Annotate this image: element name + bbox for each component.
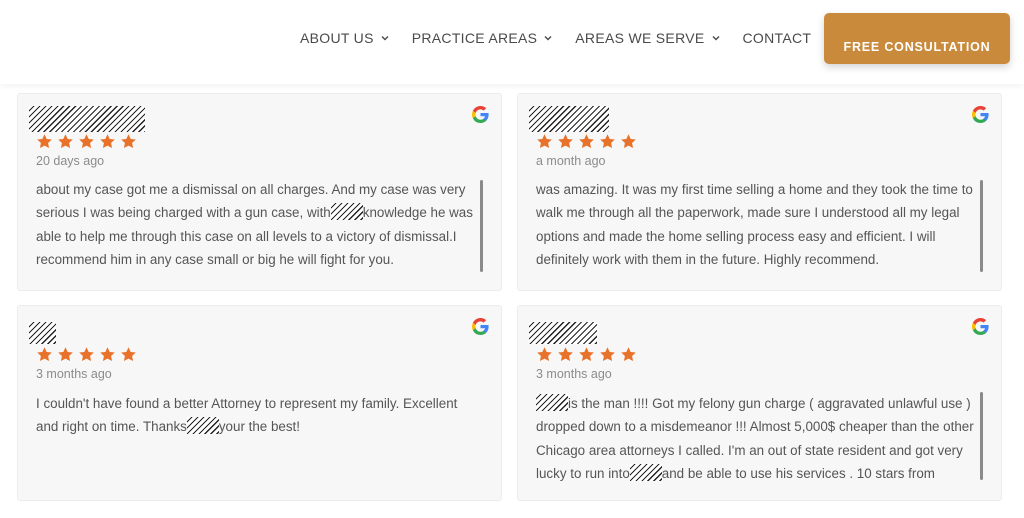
google-icon [472,106,489,123]
nav-about-us-label: ABOUT US [300,30,374,46]
star-rating [36,133,137,150]
chevron-down-icon [381,36,389,41]
star-icon [600,134,615,149]
star-icon [58,134,73,149]
nav-practice-areas-label: PRACTICE AREAS [411,30,538,46]
reviewer-name-redacted [529,106,609,132]
review-card: 3 months ago I couldn't have found a bet… [17,305,502,501]
scrollbar[interactable] [980,392,983,480]
redacted-name [536,394,568,411]
google-icon [972,318,989,335]
star-icon [79,134,94,149]
nav-practice-areas[interactable]: PRACTICE AREAS [412,30,554,46]
nav-about-us[interactable]: ABOUT US [300,30,390,46]
star-icon [621,134,636,149]
nav-contact-label: CONTACT [742,30,812,46]
star-icon [579,134,594,149]
chevron-down-icon [544,36,552,41]
review-date: 20 days ago [36,154,105,168]
review-text-part: and be able to use his services . 10 sta… [661,465,935,481]
star-rating [536,133,637,150]
redacted-name [629,463,662,481]
review-text-part: your the best! [218,419,300,435]
review-text-part: was amazing. It was my first time sellin… [536,182,973,267]
star-icon [79,347,94,362]
star-icon [600,347,615,362]
google-icon [972,106,989,123]
star-icon [537,347,552,362]
star-icon [579,347,594,362]
review-card: a month ago was amazing. It was my first… [517,93,1002,291]
star-icon [58,347,73,362]
star-icon [621,347,636,362]
star-icon [100,134,115,149]
star-icon [121,347,136,362]
reviewer-name-redacted [29,322,56,344]
star-icon [558,134,573,149]
free-consultation-button[interactable]: FREE CONSULTATION [824,13,1010,64]
star-rating [536,346,637,363]
star-rating [36,346,137,363]
nav-contact[interactable]: CONTACT [743,30,812,46]
scrollbar[interactable] [480,180,483,272]
reviewer-name-redacted [29,106,145,132]
review-text: is the man !!!! Got my felony gun charge… [536,392,978,486]
free-consultation-label: FREE CONSULTATION [843,40,991,54]
review-card: 20 days ago about my case got me a dismi… [17,93,502,291]
star-icon [537,134,552,149]
star-icon [37,134,52,149]
reviewer-name-redacted [529,322,597,344]
reviews-section: 20 days ago about my case got me a dismi… [0,84,1024,518]
star-icon [100,347,115,362]
review-text: I couldn't have found a better Attorney … [36,392,478,486]
star-icon [558,347,573,362]
star-icon [37,347,52,362]
site-header: ABOUT US PRACTICE AREAS AREAS WE SERVE C… [0,0,1024,84]
google-icon [472,318,489,335]
review-date: 3 months ago [536,367,612,381]
scrollbar[interactable] [980,180,983,272]
review-text: was amazing. It was my first time sellin… [536,178,978,272]
nav-areas-we-serve-label: AREAS WE SERVE [575,30,705,46]
redacted-name [330,203,363,221]
main-nav: ABOUT US PRACTICE AREAS AREAS WE SERVE C… [300,30,833,46]
chevron-down-icon [712,36,719,41]
star-icon [121,134,136,149]
nav-areas-we-serve[interactable]: AREAS WE SERVE [575,30,720,46]
review-text: about my case got me a dismissal on all … [36,178,478,272]
review-date: a month ago [536,154,606,168]
review-card: 3 months ago is the man !!!! Got my felo… [517,305,1002,501]
review-date: 3 months ago [36,367,112,381]
redacted-name [186,417,219,435]
